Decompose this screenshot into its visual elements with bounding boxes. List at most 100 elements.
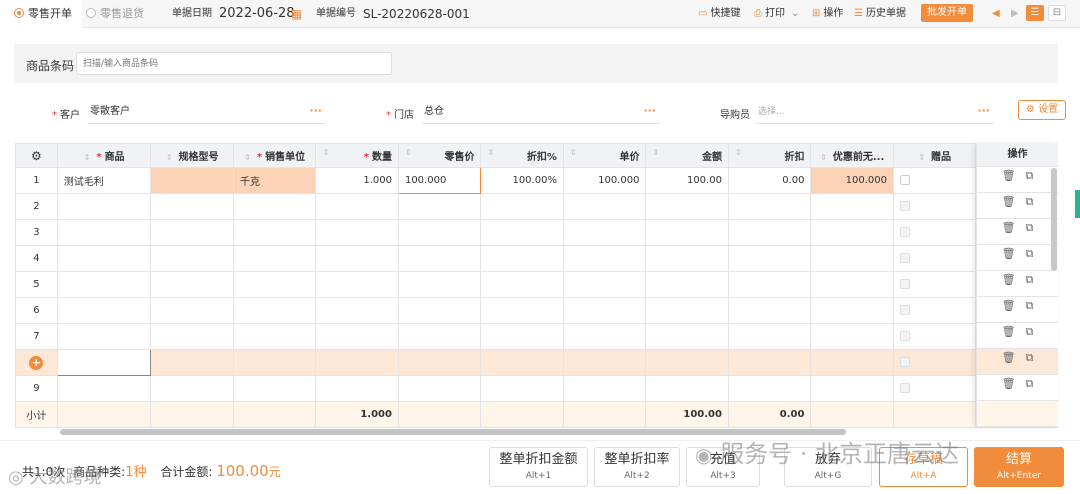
gift-checkbox[interactable] <box>899 305 910 315</box>
table-row[interactable]: + <box>15 349 1058 376</box>
col-retail-price[interactable]: ⇕ 零售价 <box>397 143 482 168</box>
tab-retail-return[interactable]: 零售退货 <box>86 0 166 28</box>
more-icon[interactable]: ··· <box>977 104 990 117</box>
col-spec[interactable]: ⇕ 规格型号 <box>150 143 234 168</box>
cell-gift[interactable] <box>892 167 977 194</box>
side-tab-marker[interactable] <box>1075 190 1080 218</box>
add-row-cell[interactable]: + <box>15 349 58 376</box>
shortcut-button[interactable]: ▭ 快捷键 <box>698 0 740 28</box>
more-icon[interactable]: ··· <box>643 104 656 117</box>
vertical-scrollbar[interactable] <box>1051 168 1057 271</box>
gift-checkbox[interactable] <box>899 227 910 237</box>
cell-discount[interactable]: 0.00 <box>727 167 812 194</box>
whole-discount-amount-button[interactable]: 整单折扣金额 Alt+1 <box>489 447 588 487</box>
list-view-icon[interactable]: ☰ <box>1026 5 1044 21</box>
tab-retail-sale[interactable]: 零售开单 <box>0 0 82 28</box>
col-qty[interactable]: ⇕ * 数量 <box>315 143 399 168</box>
gift-checkbox[interactable] <box>899 383 910 393</box>
cell-pre-discount[interactable]: 100.000 <box>810 167 894 194</box>
table-row[interactable]: 1 测试毛利 千克 1.000 100.000 100.00% 100.000 … <box>15 167 1058 194</box>
col-unit[interactable]: ⇕ * 销售单位 <box>232 143 317 168</box>
gear-icon: ⚙ <box>1025 104 1035 115</box>
customer-field[interactable]: 零散客户 ··· <box>88 102 326 124</box>
add-row-icon[interactable]: + <box>29 355 44 370</box>
history-button[interactable]: ☰ 历史单据 <box>854 0 906 28</box>
row-actions: 🗑 ⧉ <box>977 245 1058 271</box>
delete-icon[interactable]: 🗑 <box>1002 247 1016 260</box>
row-number: 1 <box>15 167 58 194</box>
col-discount-pct[interactable]: ⇕ 折扣% <box>480 143 564 168</box>
delete-icon[interactable]: 🗑 <box>1002 351 1016 364</box>
col-amount[interactable]: ⇕ 金额 <box>645 143 729 168</box>
gift-checkbox[interactable] <box>899 357 910 367</box>
store-label: * 门店 <box>386 110 414 121</box>
cell-discount-pct[interactable]: 100.00% <box>480 167 564 194</box>
cell-spec[interactable] <box>150 167 234 194</box>
col-unit-price[interactable]: ⇕ 单价 <box>562 143 647 168</box>
whole-discount-rate-button[interactable]: 整单折扣率 Alt+2 <box>594 447 680 487</box>
gift-checkbox[interactable] <box>899 279 910 289</box>
copy-icon[interactable]: ⧉ <box>1026 221 1034 234</box>
cell-amount[interactable]: 100.00 <box>645 167 729 194</box>
cell-unit[interactable]: 千克 <box>232 167 317 194</box>
row-number: 5 <box>15 271 58 298</box>
barcode-input[interactable] <box>76 52 392 75</box>
delete-icon[interactable]: 🗑 <box>1002 273 1016 286</box>
checkout-button[interactable]: 结算 Alt+Enter <box>974 447 1064 487</box>
copy-icon[interactable]: ⧉ <box>1026 325 1034 338</box>
row-number: 9 <box>15 375 58 402</box>
cell-retail-price[interactable]: 100.000 <box>397 167 482 194</box>
table-row[interactable]: 9 <box>15 375 1058 402</box>
more-icon[interactable]: ··· <box>309 104 322 117</box>
copy-icon[interactable]: ⧉ <box>1026 351 1034 364</box>
copy-icon[interactable]: ⧉ <box>1026 299 1034 312</box>
next-icon[interactable]: ▶ <box>1011 0 1019 28</box>
table-row[interactable]: 4 <box>15 245 1058 272</box>
doc-date-value[interactable]: 2022-06-28 <box>219 0 295 28</box>
table-row[interactable]: 6 <box>15 297 1058 324</box>
total-unit: 元 <box>268 465 281 479</box>
delete-icon[interactable]: 🗑 <box>1002 195 1016 208</box>
table-row[interactable]: 2 <box>15 193 1058 220</box>
store-field[interactable]: 总仓 ··· <box>422 102 660 124</box>
table-row[interactable]: 7 <box>15 323 1058 350</box>
ops-column: 操作 🗑 ⧉ 🗑 ⧉ 🗑 ⧉ 🗑 ⧉ 🗑 ⧉ 🗑 ⧉ 🗑 ⧉ 🗑 ⧉ 🗑 ⧉ <box>976 143 1058 427</box>
guide-field[interactable]: 选择... ··· <box>756 102 994 124</box>
delete-icon[interactable]: 🗑 <box>1002 325 1016 338</box>
delete-icon[interactable]: 🗑 <box>1002 221 1016 234</box>
cell-unit-price[interactable]: 100.000 <box>562 167 647 194</box>
row-actions-subtotal <box>977 401 1058 427</box>
card-view-icon[interactable]: ⊟ <box>1048 5 1066 21</box>
gift-checkbox[interactable] <box>899 253 910 263</box>
col-pre-discount[interactable]: ⇕ 优惠前无... <box>810 143 894 168</box>
gift-checkbox[interactable] <box>899 175 910 185</box>
delete-icon[interactable]: 🗑 <box>1002 169 1016 182</box>
copy-icon[interactable]: ⧉ <box>1026 169 1034 182</box>
col-gift[interactable]: ⇕ 赠品 <box>892 143 977 168</box>
print-button[interactable]: ⎙ 打印 ⌄ <box>754 0 799 28</box>
table-row[interactable]: 3 <box>15 219 1058 246</box>
calendar-icon[interactable]: ▦ <box>291 0 302 28</box>
cell-qty[interactable]: 1.000 <box>315 167 399 194</box>
col-product[interactable]: ⇕ * 商品 <box>56 143 152 168</box>
copy-icon[interactable]: ⧉ <box>1026 273 1034 286</box>
cell-product[interactable]: 测试毛利 <box>56 167 152 194</box>
copy-icon[interactable]: ⧉ <box>1026 247 1034 260</box>
operate-button[interactable]: ⊞ 操作 <box>812 0 843 28</box>
doc-date-label: 单据日期 <box>172 8 212 19</box>
copy-icon[interactable]: ⧉ <box>1026 195 1034 208</box>
gift-checkbox[interactable] <box>899 331 910 341</box>
gift-checkbox[interactable] <box>899 201 910 211</box>
column-settings[interactable]: ⚙ <box>15 143 58 168</box>
subtotal-discount: 0.00 <box>727 401 812 428</box>
copy-icon[interactable]: ⧉ <box>1026 377 1034 390</box>
wholesale-button[interactable]: 批发开单 <box>921 4 973 22</box>
col-discount[interactable]: ⇕ 折扣 <box>727 143 812 168</box>
settings-button[interactable]: ⚙ 设置 <box>1018 100 1066 120</box>
prev-icon[interactable]: ◀ <box>992 0 1000 28</box>
delete-icon[interactable]: 🗑 <box>1002 299 1016 312</box>
customer-value: 零散客户 <box>90 106 130 117</box>
table-row[interactable]: 5 <box>15 271 1058 298</box>
cell-product-editing[interactable] <box>56 349 152 376</box>
delete-icon[interactable]: 🗑 <box>1002 377 1016 390</box>
